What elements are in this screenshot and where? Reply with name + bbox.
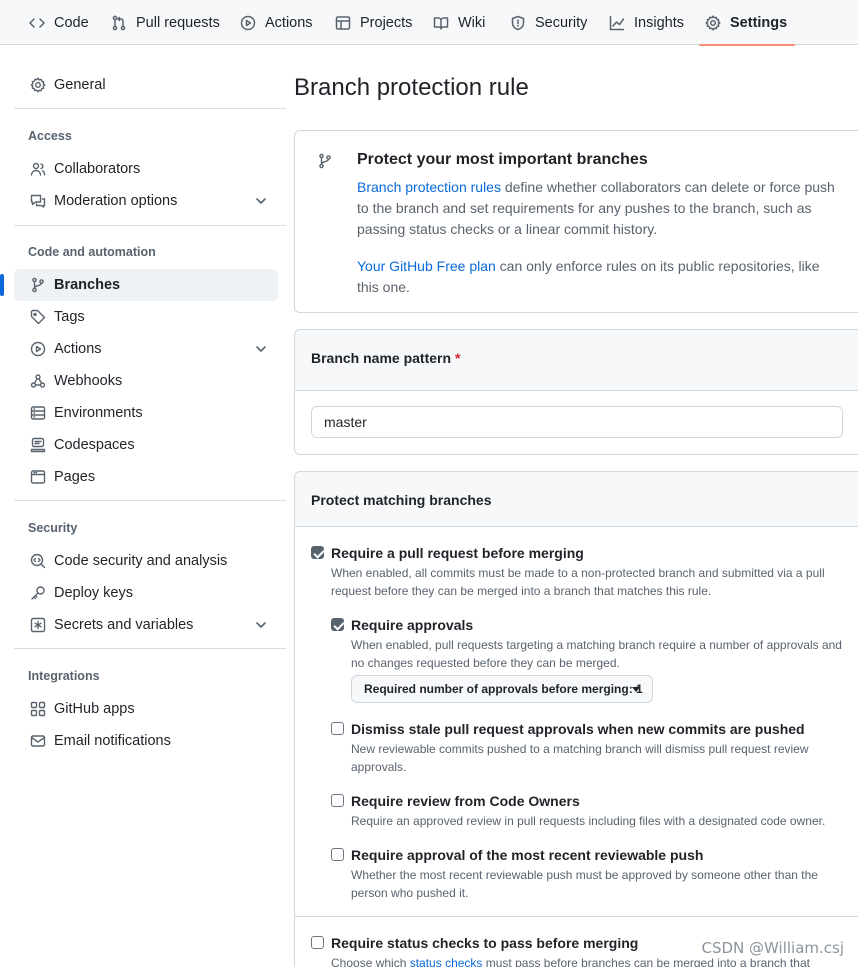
chevron-down-icon bbox=[256, 346, 266, 352]
sidebar-divider bbox=[14, 225, 286, 226]
chevron-down-icon bbox=[256, 622, 266, 628]
sidebar-item-pages[interactable]: Pages bbox=[14, 461, 278, 493]
code-owners-label: Require review from Code Owners bbox=[351, 793, 580, 809]
dismiss-stale-description: New reviewable commits pushed to a match… bbox=[351, 742, 809, 774]
tab-code[interactable]: Code bbox=[29, 0, 89, 45]
key-icon bbox=[31, 586, 45, 600]
browser-icon bbox=[30, 470, 46, 484]
sidebar-item-deploy-keys[interactable]: Deploy keys bbox=[14, 577, 278, 609]
branch-pattern-box: Branch name pattern * master bbox=[294, 329, 858, 455]
codescan-icon bbox=[30, 553, 46, 569]
sidebar-heading-code-automation: Code and automation bbox=[28, 245, 156, 259]
play-icon bbox=[240, 15, 256, 30]
play-icon bbox=[30, 341, 46, 357]
watermark: CSDN @William.csj bbox=[701, 939, 844, 957]
book-icon bbox=[433, 16, 449, 30]
graph-icon bbox=[609, 15, 625, 30]
info-title: Protect your most important branches bbox=[357, 151, 648, 168]
status-checks-label: Require status checks to pass before mer… bbox=[331, 935, 639, 951]
sidebar-item-code-security[interactable]: Code security and analysis bbox=[14, 545, 278, 577]
code-owners-description: Require an approved review in pull reque… bbox=[351, 814, 826, 828]
status-checks-link[interactable]: status checks bbox=[410, 956, 483, 967]
caret-down-icon bbox=[632, 687, 640, 692]
dismiss-stale-checkbox[interactable] bbox=[331, 722, 344, 735]
webhook-icon bbox=[30, 374, 46, 388]
apps-icon bbox=[30, 701, 46, 717]
require-pr-checkbox[interactable] bbox=[311, 546, 324, 559]
required-mark: * bbox=[455, 350, 461, 366]
sidebar-item-codespaces[interactable]: Codespaces bbox=[14, 429, 278, 461]
tab-pull-requests[interactable]: Pull requests bbox=[111, 0, 220, 45]
protect-heading: Protect matching branches bbox=[311, 492, 492, 508]
sidebar-item-general[interactable]: General bbox=[14, 69, 278, 101]
sidebar-item-secrets-variables[interactable]: Secrets and variables bbox=[14, 609, 278, 641]
sidebar-divider bbox=[14, 648, 286, 649]
sidebar-item-branches[interactable]: Branches bbox=[0, 269, 278, 301]
protection-info-box: Protect your most important branches Bra… bbox=[294, 130, 858, 313]
protect-branches-box: Protect matching branches Require a pull… bbox=[294, 471, 858, 967]
sidebar-item-github-apps[interactable]: GitHub apps bbox=[14, 693, 278, 725]
git-pull-request-icon bbox=[112, 15, 126, 30]
sidebar-item-tags[interactable]: Tags bbox=[14, 301, 278, 333]
recent-push-description: Whether the most recent reviewable push … bbox=[351, 868, 818, 900]
git-branch-icon bbox=[32, 277, 44, 293]
tab-projects[interactable]: Projects bbox=[335, 0, 412, 45]
plan-paragraph: Your GitHub Free plan can only enforce r… bbox=[357, 256, 845, 298]
sidebar-item-environments[interactable]: Environments bbox=[14, 397, 278, 429]
branch-pattern-label: Branch name pattern * bbox=[311, 350, 461, 366]
chevron-down-icon bbox=[256, 198, 266, 204]
sidebar-item-actions[interactable]: Actions bbox=[14, 333, 278, 365]
mail-icon bbox=[30, 735, 46, 747]
require-pr-label: Require a pull request before merging bbox=[331, 545, 584, 561]
sidebar-divider bbox=[14, 108, 286, 109]
page-title: Branch protection rule bbox=[294, 74, 529, 101]
tab-insights[interactable]: Insights bbox=[609, 0, 684, 45]
require-approvals-checkbox[interactable] bbox=[331, 618, 344, 631]
tab-actions[interactable]: Actions bbox=[240, 0, 313, 45]
sidebar-heading-access: Access bbox=[28, 129, 72, 143]
shield-icon bbox=[511, 15, 525, 30]
code-owners-checkbox[interactable] bbox=[331, 794, 344, 807]
server-icon bbox=[30, 406, 46, 420]
sidebar-item-collaborators[interactable]: Collaborators bbox=[14, 153, 278, 185]
branch-protection-rules-link[interactable]: Branch protection rules bbox=[357, 179, 501, 195]
status-checks-checkbox[interactable] bbox=[311, 936, 324, 949]
table-icon bbox=[335, 15, 351, 30]
recent-push-label: Require approval of the most recent revi… bbox=[351, 847, 704, 863]
approvals-count-select[interactable]: Required number of approvals before merg… bbox=[351, 675, 653, 703]
section-divider bbox=[295, 916, 858, 917]
free-plan-link[interactable]: Your GitHub Free plan bbox=[357, 258, 496, 274]
require-pr-description: When enabled, all commits must be made t… bbox=[331, 566, 825, 598]
git-branch-icon bbox=[319, 153, 331, 169]
sidebar-item-moderation-options[interactable]: Moderation options bbox=[14, 185, 278, 217]
box-header: Branch name pattern * bbox=[295, 330, 858, 391]
people-icon bbox=[30, 162, 46, 176]
gear-icon bbox=[30, 77, 46, 93]
require-approvals-description: When enabled, pull requests targeting a … bbox=[351, 638, 842, 670]
codespaces-icon bbox=[30, 437, 46, 453]
sidebar-heading-integrations: Integrations bbox=[28, 669, 100, 683]
tab-wiki[interactable]: Wiki bbox=[433, 0, 485, 45]
info-paragraph: Branch protection rules define whether c… bbox=[357, 177, 845, 240]
dismiss-stale-label: Dismiss stale pull request approvals whe… bbox=[351, 721, 805, 737]
gear-icon bbox=[705, 14, 721, 31]
box-header: Protect matching branches bbox=[295, 472, 858, 527]
tag-icon bbox=[30, 309, 46, 325]
tab-settings[interactable]: Settings bbox=[698, 0, 796, 46]
tab-security[interactable]: Security bbox=[510, 0, 587, 45]
sidebar-heading-security: Security bbox=[28, 521, 78, 535]
repo-nav: Code Pull requests Actions Projects Wiki… bbox=[0, 0, 858, 46]
branch-name-pattern-input[interactable]: master bbox=[311, 406, 843, 438]
key-asterisk-icon bbox=[30, 617, 46, 633]
sidebar-divider bbox=[14, 500, 286, 501]
recent-push-checkbox[interactable] bbox=[331, 848, 344, 861]
require-approvals-label: Require approvals bbox=[351, 617, 474, 633]
sidebar-item-webhooks[interactable]: Webhooks bbox=[14, 365, 278, 397]
comment-discussion-icon bbox=[30, 194, 46, 208]
code-icon bbox=[29, 17, 45, 28]
sidebar-item-email-notifications[interactable]: Email notifications bbox=[14, 725, 278, 757]
